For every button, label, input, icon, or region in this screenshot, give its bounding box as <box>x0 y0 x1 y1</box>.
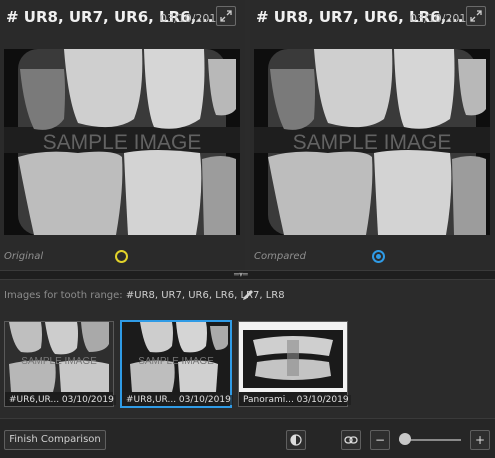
pane-header: # UR8, UR7, UR6, LR6,... 03/10/2019 <box>250 0 495 36</box>
original-marker-icon[interactable] <box>115 250 128 263</box>
original-image-pane: # UR8, UR7, UR6, LR6,... 03/10/2019 SAMP… <box>0 0 245 270</box>
thumbnail-1[interactable]: SAMPLE IMAGE #UR6,UR... 03/10/2019 <box>4 321 116 407</box>
watermark: SAMPLE IMAGE <box>21 356 97 367</box>
expand-button[interactable] <box>216 6 236 26</box>
expand-button[interactable] <box>466 6 486 26</box>
contrast-button[interactable] <box>286 430 306 450</box>
bottom-toolbar: Finish Comparison − + <box>0 418 495 458</box>
zoom-in-button[interactable]: + <box>470 430 490 450</box>
thumbnail-image <box>239 322 347 392</box>
link-icon <box>344 436 358 444</box>
pencil-icon[interactable] <box>241 288 255 302</box>
link-button[interactable] <box>341 430 361 450</box>
pane-date: 03/10/2019 <box>410 12 474 25</box>
pane-date: 03/10/2019 <box>160 12 224 25</box>
thumbnail-label: Panorami... 03/10/2019 <box>241 395 351 405</box>
finish-comparison-button[interactable]: Finish Comparison <box>4 430 106 450</box>
thumbnail-label: #UR8,UR... 03/10/2019 <box>124 395 233 405</box>
thumbnail-image: SAMPLE IMAGE <box>122 322 230 392</box>
thumbnail-label: #UR6,UR... 03/10/2019 <box>7 395 116 405</box>
watermark: SAMPLE IMAGE <box>138 356 214 367</box>
contrast-icon <box>290 434 302 446</box>
pane-header: # UR8, UR7, UR6, LR6,... 03/10/2019 <box>0 0 245 36</box>
thumbnail-image: SAMPLE IMAGE <box>5 322 113 392</box>
pane-caption: Original <box>4 251 44 262</box>
xray-image[interactable]: SAMPLE IMAGE <box>254 49 490 235</box>
expand-icon <box>220 10 232 22</box>
zoom-slider-thumb[interactable] <box>399 433 412 445</box>
thumbnail-3[interactable]: Panorami... 03/10/2019 <box>238 321 351 407</box>
watermark: SAMPLE IMAGE <box>293 131 452 154</box>
watermark: SAMPLE IMAGE <box>43 131 202 154</box>
thumbnail-2[interactable]: SAMPLE IMAGE #UR8,UR... 03/10/2019 <box>120 320 233 408</box>
xray-image[interactable]: SAMPLE IMAGE <box>4 49 240 235</box>
splitter-handle-icon[interactable]: ═▾═ <box>234 271 248 279</box>
tooth-range-value: #UR8, UR7, UR6, LR6, LR7, LR8 <box>125 290 285 301</box>
zoom-out-button[interactable]: − <box>370 430 390 450</box>
compared-image-pane: # UR8, UR7, UR6, LR6,... 03/10/2019 SAMP… <box>250 0 495 270</box>
expand-icon <box>470 10 482 22</box>
pane-caption: Compared <box>254 251 306 262</box>
compared-marker-icon[interactable] <box>372 250 385 263</box>
pane-splitter[interactable]: ═▾═ <box>0 270 495 280</box>
tooth-range-label: Images for tooth range: <box>4 290 123 301</box>
